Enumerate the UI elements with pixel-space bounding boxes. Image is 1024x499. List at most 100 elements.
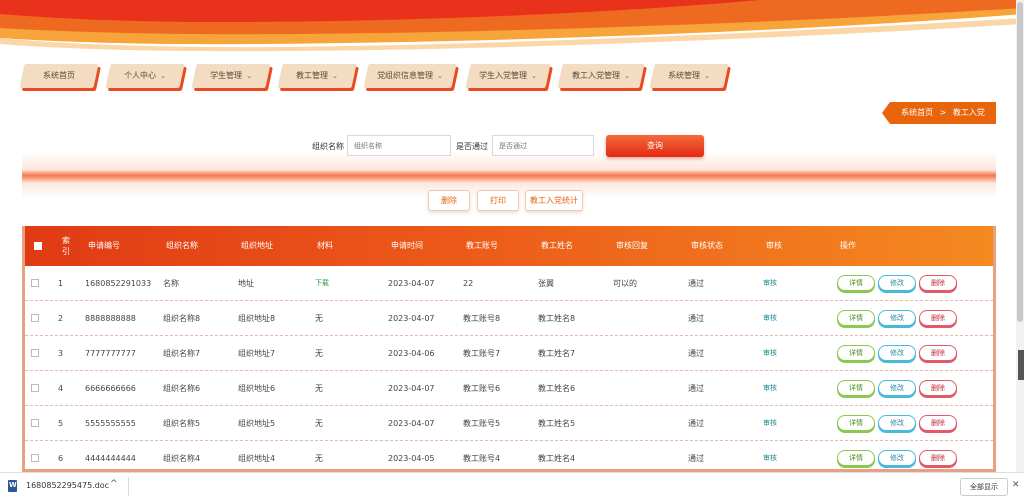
cell-org-name: 组织名称5 — [163, 419, 201, 428]
table-row: 1 1680852291033 名称 地址 下载 2023-04-07 22 张… — [25, 266, 993, 301]
audit-link[interactable]: 审核 — [763, 301, 777, 336]
row-checkbox[interactable] — [31, 384, 39, 392]
cell-name: 教工姓名8 — [538, 314, 576, 323]
side-handle[interactable] — [1018, 350, 1024, 380]
cell-material: 无 — [315, 349, 323, 358]
cell-account: 22 — [463, 279, 474, 288]
delete-row-button[interactable]: 删除 — [919, 450, 957, 466]
edit-button[interactable]: 修改 — [878, 415, 916, 431]
cell-apply-no: 8888888888 — [85, 314, 136, 323]
delete-row-button[interactable]: 删除 — [919, 310, 957, 326]
table-header-cell: 申请时间 — [391, 241, 423, 250]
edit-button[interactable]: 修改 — [878, 450, 916, 466]
detail-button[interactable]: 详情 — [837, 345, 875, 361]
table-header: 索引 申请编号 组织名称 组织地址 材料 申请时间 教工账号 教工姓名 审核回复… — [25, 226, 993, 266]
table-header-cell: 教工姓名 — [541, 241, 573, 250]
row-checkbox[interactable] — [31, 349, 39, 357]
show-all-button[interactable]: 全部显示 — [960, 478, 1008, 496]
download-file-name[interactable]: 1680852295475.doc — [26, 481, 109, 490]
nav-label: 个人中心 — [124, 71, 157, 80]
cell-apply-no: 7777777777 — [85, 349, 136, 358]
nav-item-party-org[interactable]: 党组织信息管理 ⌄ — [363, 64, 457, 88]
table-row: 5 5555555555 组织名称5 组织地址5 无 2023-04-07 教工… — [25, 406, 993, 441]
org-name-label: 组织名称 — [312, 142, 344, 151]
detail-button[interactable]: 详情 — [837, 415, 875, 431]
row-checkbox[interactable] — [31, 419, 39, 427]
download-link[interactable]: 下载 — [315, 266, 329, 301]
audit-link[interactable]: 审核 — [763, 441, 777, 469]
cell-apply-no: 6666666666 — [85, 384, 136, 393]
audit-link[interactable]: 审核 — [763, 336, 777, 371]
chevron-down-icon: ⌄ — [624, 72, 630, 80]
org-name-input[interactable] — [347, 135, 451, 156]
row-checkbox[interactable] — [31, 454, 39, 462]
delete-row-button[interactable]: 删除 — [919, 275, 957, 291]
chevron-up-icon[interactable]: ^ — [110, 479, 118, 489]
chevron-down-icon: ⌄ — [531, 72, 537, 80]
pass-status-input[interactable] — [492, 135, 594, 156]
cell-account: 教工账号5 — [463, 419, 501, 428]
row-checkbox[interactable] — [31, 279, 39, 287]
cell-apply-no: 5555555555 — [85, 419, 136, 428]
cell-apply-time: 2023-04-05 — [388, 454, 435, 463]
nav-item-home[interactable]: 系统首页 — [19, 64, 99, 88]
cell-material: 无 — [315, 314, 323, 323]
print-button[interactable]: 打印 — [477, 190, 519, 211]
detail-button[interactable]: 详情 — [837, 310, 875, 326]
audit-link[interactable]: 审核 — [763, 406, 777, 441]
table-row: 3 7777777777 组织名称7 组织地址7 无 2023-04-06 教工… — [25, 336, 993, 371]
cell-seq: 2 — [58, 314, 64, 323]
cell-status: 通过 — [688, 384, 704, 393]
nav-item-staff[interactable]: 教工管理 ⌄ — [277, 64, 357, 88]
cell-apply-no: 4444444444 — [85, 454, 136, 463]
cell-apply-no: 1680852291033 — [85, 279, 152, 288]
cell-account: 教工账号7 — [463, 349, 501, 358]
nav-item-personal[interactable]: 个人中心 ⌄ — [105, 64, 185, 88]
table-header-cell: 审核回复 — [616, 241, 648, 250]
delete-row-button[interactable]: 删除 — [919, 345, 957, 361]
nav-item-system[interactable]: 系统管理 ⌄ — [649, 64, 729, 88]
detail-button[interactable]: 详情 — [837, 380, 875, 396]
query-button[interactable]: 查询 — [606, 135, 704, 157]
cell-name: 教工姓名7 — [538, 349, 576, 358]
detail-button[interactable]: 详情 — [837, 450, 875, 466]
table-header-cell: 申请编号 — [88, 241, 120, 250]
delete-button[interactable]: 删除 — [428, 190, 470, 211]
audit-link[interactable]: 审核 — [763, 371, 777, 406]
row-checkbox[interactable] — [31, 314, 39, 322]
delete-row-button[interactable]: 删除 — [919, 380, 957, 396]
cell-seq: 4 — [58, 384, 64, 393]
detail-button[interactable]: 详情 — [837, 275, 875, 291]
cell-org-name: 组织名称7 — [163, 349, 201, 358]
close-icon[interactable]: ✕ — [1012, 480, 1020, 490]
edit-button[interactable]: 修改 — [878, 380, 916, 396]
cell-org-addr: 组织地址7 — [238, 349, 276, 358]
table-row: 6 4444444444 组织名称4 组织地址4 无 2023-04-05 教工… — [25, 441, 993, 469]
vertical-scrollbar[interactable] — [1016, 0, 1024, 472]
edit-button[interactable]: 修改 — [878, 275, 916, 291]
table-header-cell: 组织地址 — [241, 241, 273, 250]
staff-party-stats-button[interactable]: 教工入党统计 — [525, 190, 583, 211]
breadcrumb: 系统首页 > 教工入党 — [882, 102, 996, 124]
cell-apply-time: 2023-04-07 — [388, 314, 435, 323]
nav-item-staff-party[interactable]: 教工入党管理 ⌄ — [557, 64, 645, 88]
cell-org-addr: 组织地址5 — [238, 419, 276, 428]
table-header-cell: 操作 — [840, 241, 856, 250]
nav-item-students[interactable]: 学生管理 ⌄ — [191, 64, 271, 88]
table-header-cell: 教工账号 — [466, 241, 498, 250]
divider — [128, 477, 129, 496]
nav-item-student-party[interactable]: 学生入党管理 ⌄ — [465, 64, 551, 88]
delete-row-button[interactable]: 删除 — [919, 415, 957, 431]
select-all-checkbox[interactable] — [34, 242, 42, 250]
top-banner — [0, 0, 1024, 55]
edit-button[interactable]: 修改 — [878, 310, 916, 326]
cell-org-name: 名称 — [163, 279, 179, 288]
edit-button[interactable]: 修改 — [878, 345, 916, 361]
cell-status: 通过 — [688, 454, 704, 463]
breadcrumb-home[interactable]: 系统首页 — [901, 108, 933, 117]
cell-account: 教工账号8 — [463, 314, 501, 323]
audit-link[interactable]: 审核 — [763, 266, 777, 301]
cell-name: 教工姓名5 — [538, 419, 576, 428]
cell-reply: 可以的 — [613, 279, 637, 288]
table-header-cell: 审核状态 — [691, 241, 723, 250]
